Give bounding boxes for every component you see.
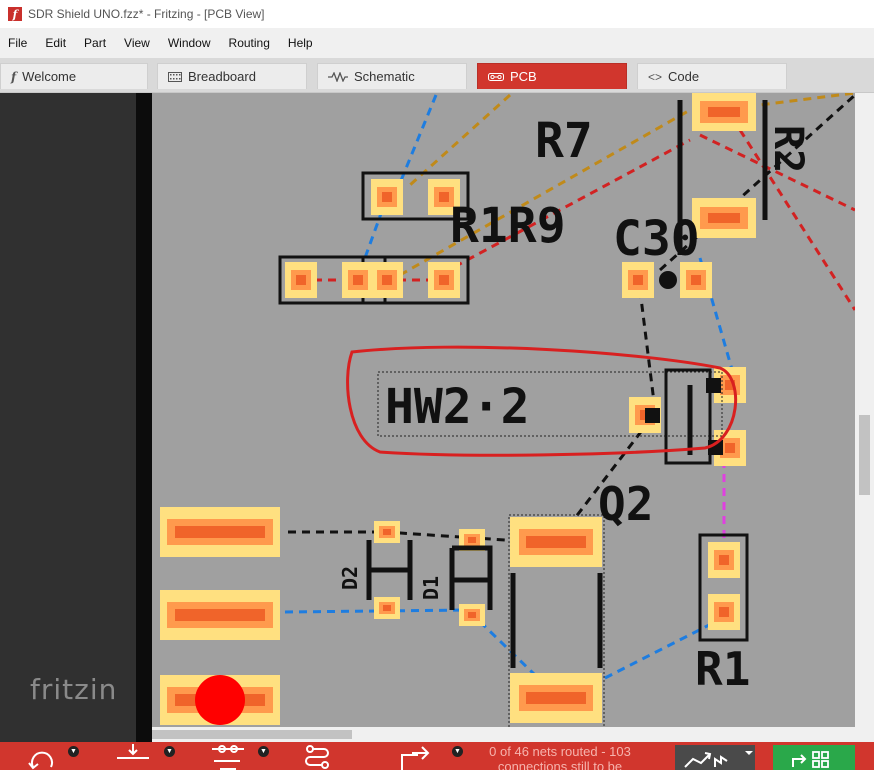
routing-status-line2: connections still to be bbox=[497, 759, 623, 770]
ic-pin-mark-top bbox=[706, 378, 721, 393]
align-dropdown[interactable]: ▼ bbox=[258, 746, 269, 757]
menu-routing[interactable]: Routing bbox=[223, 28, 276, 58]
view-tab-bar: f Welcome Breadboard Schematic PCB <> Co… bbox=[0, 58, 874, 93]
menu-view[interactable]: View bbox=[118, 28, 156, 58]
tab-breadboard-label: Breadboard bbox=[188, 69, 256, 84]
tab-pcb[interactable]: PCB bbox=[477, 63, 627, 89]
place-icon bbox=[117, 744, 149, 759]
board-edge bbox=[136, 93, 152, 742]
fritzing-watermark: fritzin bbox=[30, 673, 118, 706]
menu-file[interactable]: File bbox=[2, 28, 33, 58]
menu-edit[interactable]: Edit bbox=[39, 28, 72, 58]
resistor-symbol-icon bbox=[328, 71, 348, 82]
vertical-scrollbar[interactable] bbox=[855, 93, 874, 742]
pcb-canvas[interactable]: R7 R1R9 C30 HW2·2 Q2 R1 D2 D1 R2 bbox=[152, 93, 855, 742]
routing-status[interactable]: 0 of 46 nets routed - 103 connections st… bbox=[470, 744, 650, 770]
label-hw: HW2·2 bbox=[385, 379, 530, 435]
routing-status-line1: 0 of 46 nets routed - 103 bbox=[489, 744, 631, 759]
place-button[interactable] bbox=[115, 742, 151, 770]
breadboard-icon bbox=[168, 71, 182, 82]
window-title: SDR Shield UNO.fzz* - Fritzing - [PCB Vi… bbox=[28, 7, 265, 21]
share-button[interactable] bbox=[773, 745, 855, 770]
code-brackets-icon: <> bbox=[648, 69, 663, 84]
tab-code[interactable]: <> Code bbox=[637, 63, 787, 89]
offboard-area bbox=[0, 93, 136, 742]
share-icon bbox=[792, 751, 829, 768]
align-icon bbox=[212, 745, 244, 770]
bottom-toolbar: ▼ ▼ ▼ ▼ 0 of 46 nets routed - 103 connec… bbox=[0, 742, 874, 770]
autoroute-icon bbox=[684, 751, 753, 768]
ic-pin-mark-left bbox=[645, 408, 660, 423]
fritzing-app-icon: f bbox=[8, 7, 22, 21]
rotate-icon bbox=[28, 751, 53, 770]
route-button[interactable] bbox=[302, 742, 332, 770]
tab-welcome[interactable]: f Welcome bbox=[0, 63, 148, 89]
label-r2: R2 bbox=[765, 125, 811, 173]
label-r7: R7 bbox=[535, 113, 593, 169]
autoroute-button[interactable] bbox=[675, 745, 755, 770]
label-d1: D1 bbox=[419, 576, 443, 600]
label-r1: R1 bbox=[695, 642, 750, 696]
menu-bar: File Edit Part View Window Routing Help bbox=[0, 28, 874, 58]
q2-pad-bottom bbox=[510, 673, 602, 723]
pcb-drawing[interactable]: R7 R1R9 C30 HW2·2 Q2 R1 D2 D1 R2 bbox=[152, 93, 855, 742]
tab-pcb-label: PCB bbox=[510, 69, 537, 84]
place-dropdown[interactable]: ▼ bbox=[164, 746, 175, 757]
tab-schematic[interactable]: Schematic bbox=[317, 63, 467, 89]
align-button[interactable] bbox=[210, 742, 246, 770]
q2-pad-top bbox=[510, 517, 602, 567]
export-icon bbox=[401, 746, 430, 770]
r2-pads bbox=[692, 93, 756, 238]
label-q2: Q2 bbox=[598, 477, 653, 531]
label-r1r9: R1R9 bbox=[450, 198, 566, 254]
pcb-icon bbox=[488, 72, 504, 82]
vertical-scroll-thumb[interactable] bbox=[859, 415, 870, 495]
tab-breadboard[interactable]: Breadboard bbox=[157, 63, 307, 89]
rotate-button[interactable] bbox=[25, 742, 59, 770]
label-d2: D2 bbox=[338, 566, 362, 590]
menu-help[interactable]: Help bbox=[282, 28, 319, 58]
export-button[interactable] bbox=[398, 742, 434, 770]
menu-part[interactable]: Part bbox=[78, 28, 112, 58]
title-bar: f SDR Shield UNO.fzz* - Fritzing - [PCB … bbox=[0, 0, 874, 28]
tab-code-label: Code bbox=[668, 69, 700, 84]
c30-marker bbox=[659, 271, 677, 289]
horizontal-scrollbar[interactable] bbox=[152, 727, 855, 742]
menu-window[interactable]: Window bbox=[162, 28, 217, 58]
tab-schematic-label: Schematic bbox=[354, 69, 415, 84]
label-c30: C30 bbox=[613, 211, 700, 267]
horizontal-scroll-thumb[interactable] bbox=[152, 730, 352, 739]
export-dropdown[interactable]: ▼ bbox=[452, 746, 463, 757]
red-marker-dot bbox=[195, 675, 245, 725]
rotate-dropdown[interactable]: ▼ bbox=[68, 746, 79, 757]
fritzing-f-icon: f bbox=[11, 69, 17, 84]
tab-welcome-label: Welcome bbox=[22, 69, 77, 84]
route-icon bbox=[305, 745, 329, 769]
